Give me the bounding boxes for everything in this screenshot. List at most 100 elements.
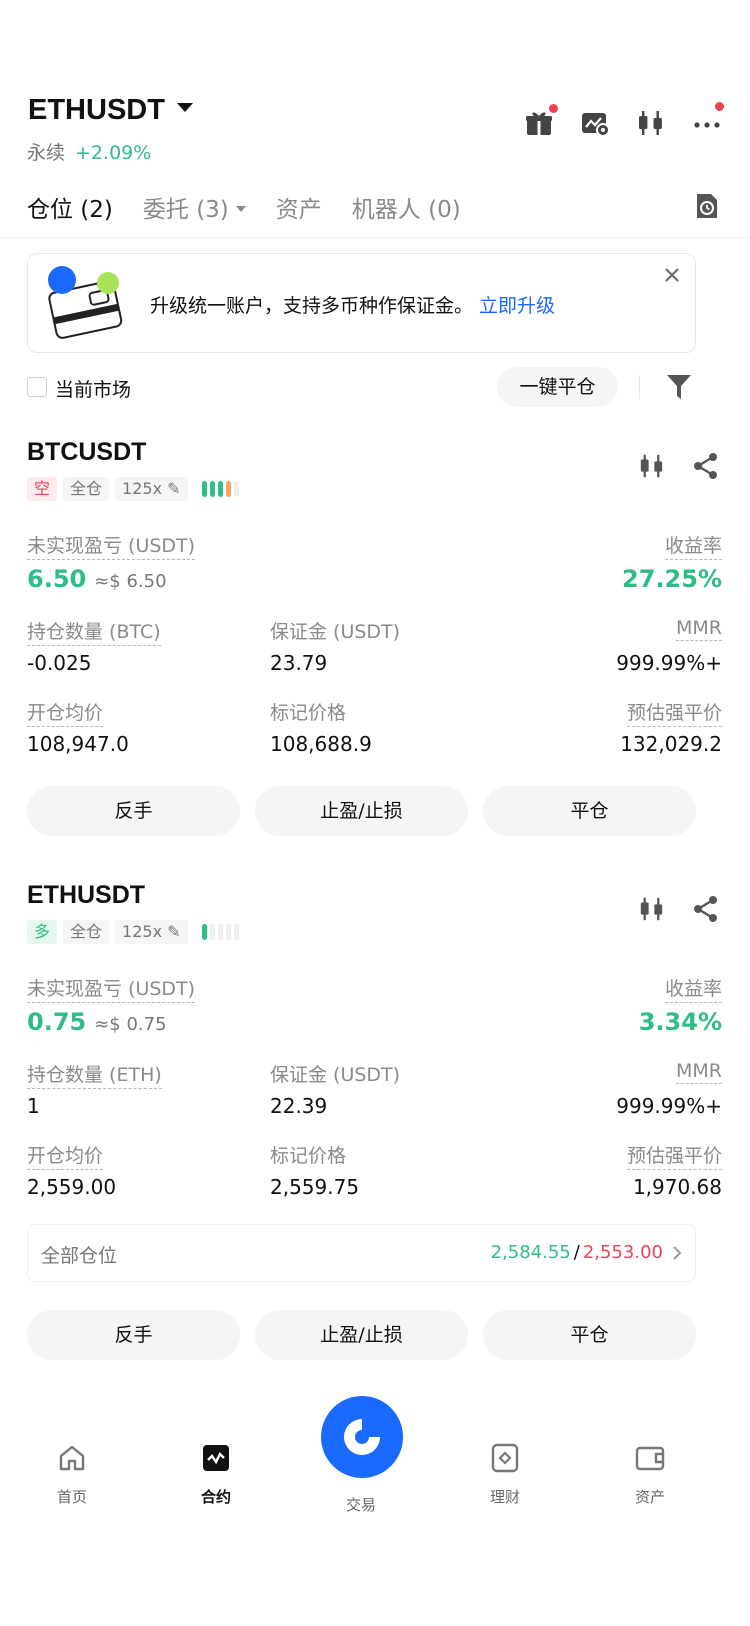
history-icon[interactable] [694,191,720,221]
home-icon [56,1442,88,1474]
filter-icon[interactable] [666,373,692,401]
close-position-button[interactable]: 平仓 [483,786,696,836]
nav-contract-label: 合约 [200,1488,231,1506]
candlestick-icon[interactable] [636,108,666,138]
nav-trade[interactable]: 交易 [316,1482,406,1515]
upgrade-link[interactable]: 立即升级 [479,295,555,317]
banner-message: 升级统一账户，支持多币种作保证金。 立即升级 [150,291,555,318]
tab-positions[interactable]: 仓位 (2) [27,190,113,224]
contract-icon [200,1442,232,1474]
size-value: -0.025 [27,651,92,675]
tab-bots[interactable]: 机器人 (0) [352,190,461,224]
risk-bar [233,481,239,497]
risk-bar [233,924,239,940]
chevron-right-icon [671,1245,683,1265]
tab-orders-label: 委托 (3) [142,197,229,223]
position-tags: 空 全仓 125x ✎ [27,477,239,501]
position-symbol[interactable]: ETHUSDT [27,881,145,910]
leverage-badge[interactable]: 125x ✎ [115,920,188,944]
edit-icon: ✎ [167,479,181,498]
mmr-label[interactable]: MMR [676,617,722,641]
mark-value: 108,688.9 [270,732,372,756]
roe-value: 27.25% [622,565,722,593]
current-market-label[interactable]: 当前市场 [55,375,131,402]
tpsl-values: 2,584.55/2,553.00 [491,1242,663,1263]
all-positions-label: 全部仓位 [41,1245,118,1267]
notification-dot [549,104,558,113]
nav-earn[interactable]: 理财 [460,1442,550,1507]
tabs-divider [0,237,750,238]
share-icon[interactable] [692,895,720,927]
risk-bar [209,924,215,940]
mark-label: 标记价格 [270,1145,347,1167]
reverse-button[interactable]: 反手 [27,786,240,836]
edit-icon: ✎ [167,922,181,941]
tab-assets[interactable]: 资产 [276,190,322,224]
close-position-button[interactable]: 平仓 [483,1310,696,1360]
stop-loss-value: 2,553.00 [582,1242,663,1263]
nav-earn-label: 理财 [489,1488,520,1506]
risk-bar [217,924,223,940]
position-symbol[interactable]: BTCUSDT [27,438,146,467]
all-positions-tpsl-row[interactable]: 全部仓位 2,584.55/2,553.00 [27,1224,696,1282]
wallet-illustration [42,266,134,344]
tpsl-separator: / [573,1242,580,1263]
tab-orders[interactable]: 委托 (3) [143,190,246,224]
gift-icon[interactable] [524,104,558,138]
pnl-value: 0.75 ≈$ 0.75 [27,1008,167,1036]
risk-bar [201,481,207,497]
upgrade-banner[interactable]: 升级统一账户，支持多币种作保证金。 立即升级 [27,253,696,353]
pnl-label[interactable]: 未实现盈亏 (USDT) [27,974,196,1003]
entry-label[interactable]: 开仓均价 [27,1141,104,1170]
size-label[interactable]: 持仓数量 (ETH) [27,1060,162,1089]
pnl-amount: 6.50 [27,565,87,593]
trade-logo-icon [344,1419,380,1455]
current-market-checkbox[interactable] [27,377,47,397]
roe-label[interactable]: 收益率 [664,974,722,1003]
liq-label[interactable]: 预估强平价 [626,1141,722,1170]
trade-button[interactable] [321,1396,403,1478]
nav-home-label: 首页 [56,1488,87,1506]
side-badge: 多 [27,920,58,944]
more-icon[interactable] [692,102,724,138]
size-label[interactable]: 持仓数量 (BTC) [27,617,161,646]
entry-label[interactable]: 开仓均价 [27,698,104,727]
mark-label: 标记价格 [270,702,347,724]
nav-home[interactable]: 首页 [27,1442,117,1507]
margin-label: 保证金 (USDT) [270,1064,401,1086]
candlestick-icon[interactable] [638,895,666,927]
margin-value: 22.39 [270,1094,328,1118]
banner-text: 升级统一账户，支持多币种作保证金。 [150,295,474,317]
close-all-button[interactable]: 一键平仓 [497,367,618,407]
pnl-label[interactable]: 未实现盈亏 (USDT) [27,531,196,560]
liq-value: 1,970.68 [632,1175,722,1199]
entry-value: 2,559.00 [27,1175,117,1199]
margin-value: 23.79 [270,651,328,675]
pnl-approx: ≈$ 0.75 [94,1014,167,1035]
position-tabs: 仓位 (2) 委托 (3) 资产 机器人 (0) [27,190,491,224]
wallet-icon [634,1442,666,1474]
notification-dot [715,102,724,111]
position-icons [638,895,720,927]
roe-label[interactable]: 收益率 [664,531,722,560]
header-icons [524,102,724,138]
mmr-label[interactable]: MMR [676,1060,722,1084]
candlestick-icon[interactable] [638,452,666,484]
roe-value: 3.34% [638,1008,722,1036]
risk-bar [201,924,207,940]
reverse-button[interactable]: 反手 [27,1310,240,1360]
nav-contract[interactable]: 合约 [171,1442,261,1507]
share-icon[interactable] [692,452,720,484]
symbol-subtitle: 永续 +2.09% [27,138,151,165]
nav-assets[interactable]: 资产 [605,1442,695,1507]
position-icons [638,452,720,484]
tpsl-button[interactable]: 止盈/止损 [255,786,468,836]
chart-settings-icon[interactable] [580,108,610,138]
symbol-title[interactable]: ETHUSDT [28,94,193,127]
entry-value: 108,947.0 [27,732,129,756]
price-change: +2.09% [75,142,152,164]
leverage-badge[interactable]: 125x ✎ [115,477,188,501]
tpsl-button[interactable]: 止盈/止损 [255,1310,468,1360]
close-icon[interactable] [663,266,681,284]
liq-label[interactable]: 预估强平价 [626,698,722,727]
